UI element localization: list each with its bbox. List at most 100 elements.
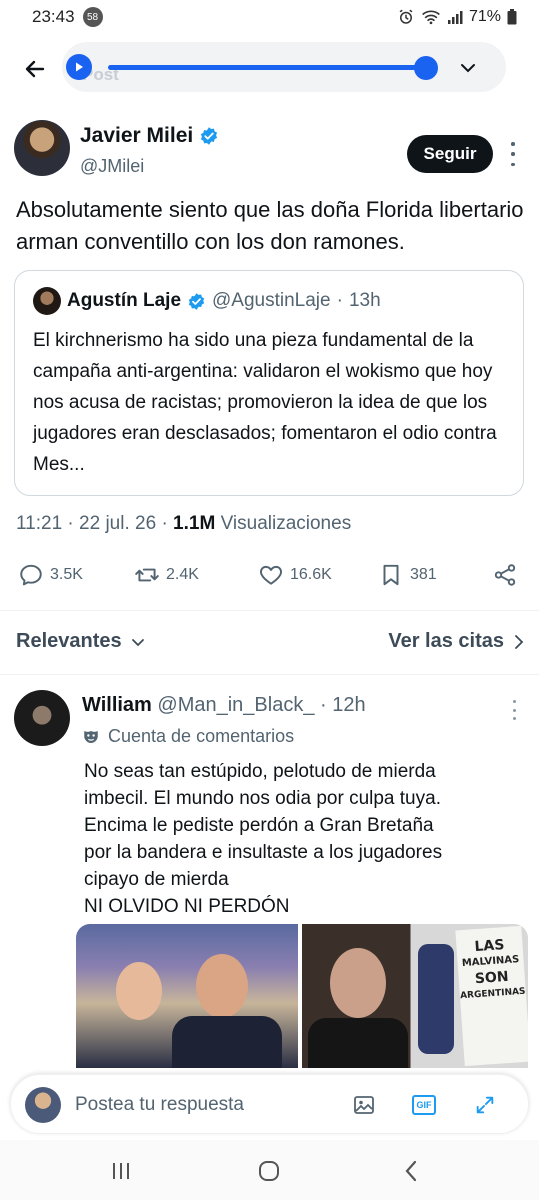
tweet-time: 11:21 bbox=[16, 513, 63, 534]
notification-count-badge: 58 bbox=[82, 7, 103, 27]
divider bbox=[0, 674, 539, 675]
bookmark-button[interactable]: 381 bbox=[378, 562, 437, 588]
reply-image-collage[interactable]: LAS MALVINAS SON ARGENTINAS bbox=[302, 924, 528, 1068]
quoted-tweet[interactable]: Agustín Laje @AgustinLaje · 13h El kirch… bbox=[14, 270, 524, 496]
view-quotes-link[interactable]: Ver las citas bbox=[388, 630, 526, 653]
status-bar: 23:43 58 71% bbox=[0, 0, 539, 34]
photo-face bbox=[116, 962, 162, 1020]
tweet-text: Absolutamente siento que las doña Florid… bbox=[16, 197, 524, 254]
divider bbox=[0, 610, 539, 611]
sort-label: Relevantes bbox=[16, 630, 122, 652]
expand-composer-button[interactable] bbox=[472, 1092, 498, 1118]
quote-author-handle: @AgustinLaje bbox=[212, 290, 331, 311]
reply-media[interactable]: LAS MALVINAS SON ARGENTINAS bbox=[76, 924, 528, 1068]
reply-avatar[interactable] bbox=[14, 690, 70, 746]
dot-icon bbox=[511, 162, 515, 166]
reply-input[interactable]: Postea tu respuesta bbox=[75, 1094, 244, 1116]
heart-icon bbox=[260, 565, 282, 585]
banner-line: ARGENTINAS bbox=[459, 986, 526, 1002]
reply-text: No seas tan estúpido, pelotudo de mierda… bbox=[84, 758, 524, 920]
expand-icon bbox=[476, 1096, 494, 1114]
community-name: Cuenta de comentarios bbox=[108, 726, 295, 746]
view-quotes-label: Ver las citas bbox=[388, 630, 504, 652]
reply-icon bbox=[20, 564, 42, 586]
wifi-icon bbox=[422, 10, 440, 25]
dot-icon bbox=[511, 152, 515, 156]
collapse-button[interactable] bbox=[456, 56, 480, 80]
views-count: 1.1M bbox=[173, 513, 216, 534]
reply-composer[interactable]: Postea tu respuesta GIF bbox=[10, 1074, 529, 1134]
reply-button[interactable]: 3.5K bbox=[18, 562, 83, 588]
reply-count: 3.5K bbox=[50, 566, 83, 583]
like-button[interactable]: 16.6K bbox=[258, 562, 332, 588]
reply-author-name[interactable]: William bbox=[82, 694, 152, 716]
recents-icon bbox=[113, 1163, 129, 1179]
follow-button[interactable]: Seguir bbox=[407, 135, 493, 173]
battery-icon bbox=[507, 9, 517, 25]
photo-suit bbox=[308, 1018, 408, 1068]
battery-percent: 71% bbox=[468, 8, 501, 25]
status-time: 23:43 bbox=[32, 7, 75, 26]
signal-icon bbox=[447, 11, 463, 24]
tweet-actions: 3.5K 2.4K 16.6K 381 bbox=[18, 562, 522, 594]
reply-header: William @Man_in_Black_ · 12h bbox=[82, 694, 366, 717]
reply-text-line: por la bandera e insultaste a los jugado… bbox=[84, 842, 443, 863]
reply-author-handle: @Man_in_Black_ bbox=[157, 694, 315, 716]
sort-dropdown[interactable]: Relevantes bbox=[16, 630, 146, 653]
author-avatar[interactable] bbox=[14, 120, 70, 176]
photo-suit bbox=[172, 1016, 282, 1068]
photo-face bbox=[330, 948, 386, 1018]
dot-icon bbox=[512, 700, 516, 703]
meta-separator: · bbox=[161, 513, 168, 534]
quote-author-name: Agustín Laje bbox=[67, 290, 182, 311]
arrow-left-icon bbox=[25, 60, 45, 78]
reply-text-line: cipayo de mierda bbox=[84, 869, 229, 890]
progress-track[interactable] bbox=[108, 65, 430, 70]
home-button[interactable] bbox=[254, 1158, 284, 1184]
community-label: Cuenta de comentarios bbox=[82, 726, 294, 747]
repost-count: 2.4K bbox=[166, 566, 199, 583]
play-button[interactable] bbox=[66, 54, 92, 80]
gif-icon: GIF bbox=[412, 1095, 436, 1115]
bookmark-icon bbox=[383, 564, 399, 586]
system-back-button[interactable] bbox=[396, 1158, 426, 1184]
home-icon bbox=[259, 1161, 279, 1181]
quote-age: 13h bbox=[348, 290, 381, 311]
author-name: Javier Milei bbox=[80, 124, 194, 147]
verified-badge-icon bbox=[201, 127, 218, 145]
reply-age: 12h bbox=[332, 694, 366, 716]
more-options-button[interactable] bbox=[506, 142, 520, 166]
photo-player bbox=[418, 944, 454, 1054]
quote-separator: · bbox=[336, 290, 343, 311]
reply-image-selfie[interactable] bbox=[76, 924, 298, 1068]
status-icons: 71% bbox=[397, 8, 517, 26]
author-name-row[interactable]: Javier Milei bbox=[80, 124, 219, 148]
add-gif-button[interactable]: GIF bbox=[411, 1092, 437, 1118]
add-image-button[interactable] bbox=[351, 1092, 377, 1118]
reply-separator: · bbox=[320, 694, 327, 716]
system-nav-bar bbox=[0, 1140, 539, 1200]
repost-icon bbox=[135, 568, 159, 582]
quote-text: El kirchnerismo ha sido una pieza fundam… bbox=[33, 330, 497, 475]
back-button[interactable] bbox=[20, 54, 50, 84]
chevron-left-icon bbox=[405, 1160, 417, 1182]
recent-apps-button[interactable] bbox=[106, 1158, 136, 1184]
tweet-author: Javier Milei @JMilei Seguir bbox=[14, 120, 524, 182]
image-icon bbox=[354, 1096, 374, 1114]
reply-more-button[interactable] bbox=[508, 700, 520, 720]
verified-badge-icon bbox=[188, 292, 205, 310]
reply-text-line: Encima le pediste perdón a Gran Bretaña bbox=[84, 815, 434, 836]
author-handle[interactable]: @JMilei bbox=[80, 156, 144, 177]
like-count: 16.6K bbox=[290, 566, 332, 583]
quote-avatar bbox=[33, 287, 61, 315]
my-avatar bbox=[25, 1087, 61, 1123]
quote-header: Agustín Laje @AgustinLaje · 13h bbox=[33, 287, 381, 315]
repost-button[interactable]: 2.4K bbox=[134, 562, 199, 588]
share-icon bbox=[494, 564, 516, 586]
play-icon bbox=[76, 62, 83, 72]
progress-knob[interactable] bbox=[414, 56, 438, 80]
share-button[interactable] bbox=[492, 562, 518, 588]
reply-text-line: NI OLVIDO NI PERDÓN bbox=[84, 896, 290, 917]
dot-icon bbox=[511, 142, 515, 146]
reply-text-line: No seas tan estúpido, pelotudo de mierda bbox=[84, 761, 436, 782]
